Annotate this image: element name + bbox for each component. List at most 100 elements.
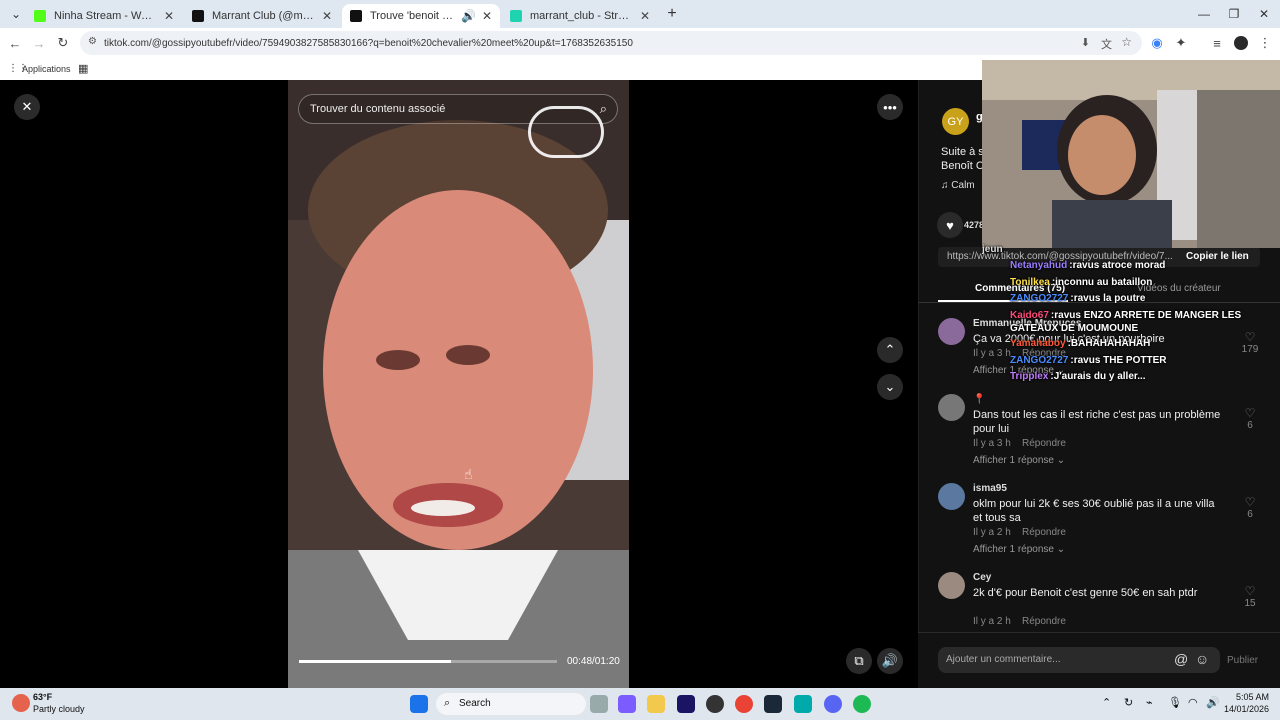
more-options-button[interactable]: •••: [877, 94, 903, 120]
app-icon[interactable]: [794, 695, 812, 713]
task-view-icon[interactable]: [590, 695, 608, 713]
like-button[interactable]: ♥: [937, 212, 963, 238]
chat-text: :ravus atroce morad: [1069, 260, 1166, 271]
close-video-button[interactable]: ✕: [14, 94, 40, 120]
show-replies-button[interactable]: Afficher 1 réponse ⌄: [973, 544, 1065, 555]
wifi-icon[interactable]: ◠: [1188, 696, 1198, 709]
tab-2[interactable]: Marrant Club (@marrant_club) | TikTok ✕: [184, 4, 340, 28]
microphone-icon[interactable]: 🎙: [1168, 696, 1182, 709]
show-replies-label: Afficher 1 réponse: [973, 455, 1054, 466]
chat-username: Netanyahud: [1010, 260, 1068, 271]
copilot-icon[interactable]: [618, 695, 636, 713]
close-icon[interactable]: ✕: [640, 9, 650, 23]
comment-like[interactable]: ♡ 6: [1238, 495, 1262, 520]
obs-icon[interactable]: [706, 695, 724, 713]
search-icon: ⌕: [444, 697, 451, 709]
comment-like[interactable]: ♡ 15: [1238, 584, 1262, 609]
queue-icon[interactable]: ≡: [1208, 34, 1226, 52]
star-icon[interactable]: ☆: [1121, 35, 1132, 49]
emoji-icon[interactable]: ☺: [1195, 651, 1209, 667]
new-tab-button[interactable]: +: [656, 0, 688, 28]
chat-message: jeun: [982, 244, 1005, 255]
translate-icon[interactable]: 文: [1101, 36, 1112, 52]
site-info-icon[interactable]: ⚙: [88, 36, 97, 47]
close-window-button[interactable]: ✕: [1248, 0, 1280, 28]
stream-chat-overlay: jeun Netanyahud:ravus atroce morad Tonilke…: [980, 240, 1280, 390]
tab-title: Ninha Stream - Watch Live on Kick: [54, 10, 158, 22]
comment-like[interactable]: ♡ 6: [1238, 406, 1262, 431]
music-info[interactable]: ♫ Calm: [941, 180, 975, 191]
chevron-down-icon: ⌄: [1056, 544, 1066, 555]
commenter-name[interactable]: isma95: [973, 483, 1007, 494]
mention-icon[interactable]: @: [1174, 651, 1188, 667]
profile-avatar[interactable]: [1232, 34, 1250, 52]
menu-icon[interactable]: ⋮: [1256, 34, 1274, 52]
speaker-icon[interactable]: 🔊: [461, 9, 476, 23]
comment-placeholder: Ajouter un commentaire...: [946, 654, 1061, 665]
browser-toolbar: ← → ↻ ⚙ tiktok.com/@gossipyoutubefr/vide…: [0, 28, 1280, 58]
install-icon[interactable]: ⬇: [1081, 36, 1090, 49]
file-explorer-icon[interactable]: [647, 695, 665, 713]
tray-network-icon[interactable]: ⌁: [1146, 696, 1153, 709]
premiere-icon[interactable]: [677, 695, 695, 713]
reply-button[interactable]: Répondre: [1022, 438, 1066, 449]
tab-3-active[interactable]: Trouve 'benoit chevalier meet' 🔊 ✕: [342, 4, 500, 28]
commenter-avatar[interactable]: [938, 394, 965, 421]
reload-icon[interactable]: ↻: [54, 34, 72, 52]
close-icon[interactable]: ✕: [164, 9, 174, 23]
clock-time: 5:05 AM: [1236, 692, 1270, 702]
search-icon[interactable]: ⌕: [600, 101, 607, 117]
spotify-icon[interactable]: [853, 695, 871, 713]
video-player[interactable]: Trouver du contenu associé ⌕: [288, 80, 629, 688]
back-icon[interactable]: ←: [6, 34, 24, 52]
close-icon[interactable]: ✕: [482, 9, 492, 23]
next-video-button[interactable]: ⌄: [877, 374, 903, 400]
tray-chevron-icon[interactable]: ⌃: [1102, 696, 1111, 709]
commenter-avatar[interactable]: [938, 318, 965, 345]
restore-button[interactable]: ❐: [1218, 0, 1250, 28]
tray-sync-icon[interactable]: ↻: [1124, 696, 1133, 709]
heart-icon: ♡: [1244, 495, 1256, 509]
comment-input[interactable]: Ajouter un commentaire... @ ☺: [938, 647, 1220, 673]
video-frame: [288, 80, 629, 688]
comment-text: Dans tout les cas il est riche c'est pas…: [973, 409, 1221, 435]
chrome-icon[interactable]: [735, 695, 753, 713]
commenter-avatar[interactable]: [938, 483, 965, 510]
streamer-overview-icon: [510, 10, 522, 22]
temperature: 63°F: [33, 692, 53, 702]
comment-item: isma95 oklm pour lui 2k € ses 30€ oublié …: [938, 483, 1268, 555]
show-replies-button[interactable]: Afficher 1 réponse ⌄: [973, 455, 1065, 466]
discord-icon[interactable]: [824, 695, 842, 713]
reply-button[interactable]: Répondre: [1022, 616, 1066, 627]
comment-time: Il y a 2 h: [973, 616, 1011, 627]
start-icon[interactable]: [410, 695, 428, 713]
commenter-name[interactable]: 📍: [973, 394, 985, 405]
puzzle-icon[interactable]: ✦: [1172, 34, 1190, 52]
chat-username: ZANGO2727: [1010, 293, 1069, 304]
previous-video-button[interactable]: ⌃: [877, 337, 903, 363]
tab-title: Marrant Club (@marrant_club) | TikTok: [212, 10, 316, 22]
music-title: Calm: [951, 180, 975, 191]
reply-button[interactable]: Répondre: [1022, 527, 1066, 538]
commenter-avatar[interactable]: [938, 572, 965, 599]
volume-icon[interactable]: 🔊: [1206, 696, 1220, 709]
tab-4[interactable]: marrant_club - Streamer Overview ✕: [502, 4, 658, 28]
webcam-overlay: [982, 60, 1280, 248]
apps-bookmark[interactable]: Applications: [22, 64, 71, 74]
address-bar[interactable]: ⚙ tiktok.com/@gossipyoutubefr/video/7594…: [80, 31, 1142, 55]
close-icon[interactable]: ✕: [322, 9, 332, 23]
floating-player-button[interactable]: ⧉: [846, 648, 872, 674]
weather-icon[interactable]: [12, 694, 30, 712]
publish-button[interactable]: Publier: [1227, 655, 1258, 666]
taskbar-search[interactable]: ⌕ Search: [436, 693, 586, 715]
extension-icon[interactable]: ◉: [1148, 34, 1166, 52]
tab-1[interactable]: Ninha Stream - Watch Live on Kick ✕: [26, 4, 182, 28]
commenter-name[interactable]: Cey: [973, 572, 991, 583]
creator-avatar[interactable]: GY: [942, 108, 969, 135]
comment-like-count: 15: [1244, 598, 1256, 609]
volume-button[interactable]: 🔊: [877, 648, 903, 674]
steam-icon[interactable]: [764, 695, 782, 713]
tab-groups-icon[interactable]: ▦: [78, 62, 88, 75]
minimize-button[interactable]: —: [1188, 0, 1220, 28]
forward-icon[interactable]: →: [30, 34, 48, 52]
